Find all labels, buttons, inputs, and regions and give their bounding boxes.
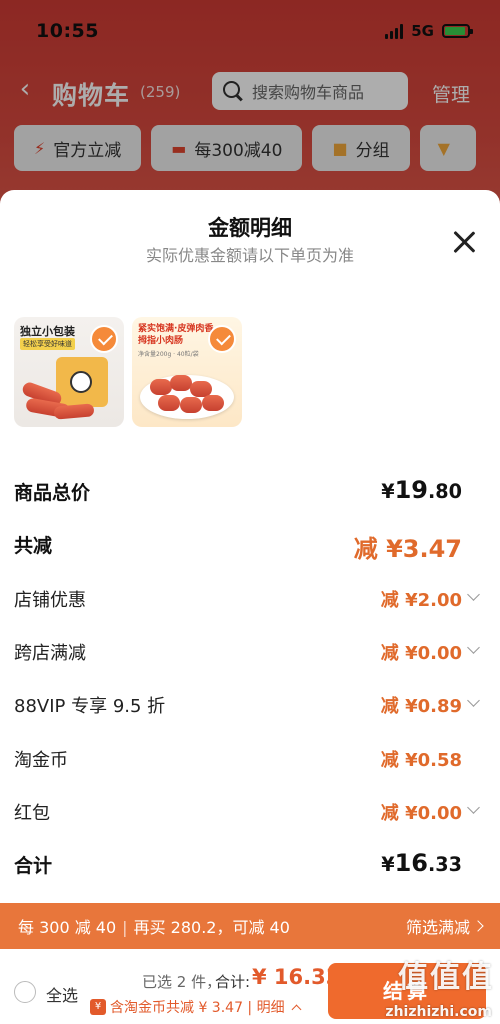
coin-discount-text: 含淘金币共减 ¥ 3.47 | 明细 [110, 1000, 285, 1016]
row-label: 商品总价 [14, 482, 91, 504]
cross-shop-value: 减 ¥0.00 [380, 643, 462, 664]
total-label: 合计: [215, 973, 251, 991]
watermark-url: zhizhizhi.com [385, 1004, 492, 1020]
row-goods-total: 商品总价 ¥19.80 [0, 476, 500, 516]
product-label: 独立小包装 [20, 325, 75, 338]
row-red-packet[interactable]: 红包 减 ¥0.00 [0, 797, 500, 837]
sausage-image [150, 379, 172, 395]
watermark-logo: 值值值 zhizhizhi.com [344, 952, 494, 1020]
sausage-image [170, 375, 192, 391]
amount-detail-sheet: 金额明细 实际优惠金额请以下单页为准 独立小包装 轻松享受好味道 紧实饱满·皮弹… [0, 190, 500, 1024]
selected-check-icon[interactable] [90, 325, 118, 353]
product-thumbnail[interactable]: 独立小包装 轻松享受好味道 [14, 317, 124, 427]
promo-threshold: 每 300 减 40 [18, 918, 117, 937]
sausage-image [53, 403, 95, 420]
checkout-bar: 全选 已选 2 件， 合计: ¥ 16.33 ¥ 含淘金币共减 ¥ 3.47 |… [0, 949, 500, 1024]
goods-total-value: ¥19.80 [381, 476, 462, 504]
select-all-checkbox[interactable] [14, 981, 36, 1003]
vip-discount-value: 减 ¥0.89 [380, 696, 462, 717]
sheet-subtitle: 实际优惠金额请以下单页为准 [145, 246, 354, 265]
row-gold-coin: 淘金币 减 ¥0.58 [0, 744, 500, 784]
row-label: 红包 [14, 803, 50, 824]
row-sum: 合计 ¥16.33 [0, 849, 500, 889]
promo-remaining: 再买 280.2，可减 40 [133, 918, 290, 937]
product-sublabel: 轻松享受好味道 [20, 338, 75, 350]
close-icon[interactable] [452, 230, 476, 254]
row-label: 跨店满减 [14, 643, 86, 664]
chevron-down-icon[interactable] [467, 694, 480, 707]
coin-discount-detail[interactable]: ¥ 含淘金币共减 ¥ 3.47 | 明细 [90, 997, 302, 1017]
mascot-image [70, 371, 92, 393]
shop-discount-value: 减 ¥2.00 [380, 590, 462, 611]
gold-coin-value: 减 ¥0.58 [380, 750, 462, 771]
price-decimal: .80 [428, 480, 462, 503]
row-shop-discount[interactable]: 店铺优惠 减 ¥2.00 [0, 584, 500, 624]
chevron-down-icon[interactable] [467, 801, 480, 814]
watermark-text: 值值值 [398, 960, 494, 995]
chevron-right-icon[interactable] [472, 920, 484, 932]
product-label: 紧实饱满·皮弹肉香 拇指小肉肠 [138, 324, 214, 346]
product-sublabel: 净含量200g · 40粒/袋 [138, 351, 199, 358]
sausage-image [180, 397, 202, 413]
currency-symbol: ¥ [381, 853, 395, 876]
red-packet-value: 减 ¥0.00 [380, 803, 462, 824]
price-decimal: .33 [428, 853, 462, 876]
selected-count: 已选 2 件， [142, 973, 222, 991]
row-vip-discount[interactable]: 88VIP 专享 9.5 折 减 ¥0.89 [0, 690, 500, 730]
chevron-down-icon[interactable] [467, 641, 480, 654]
price-integer: 16 [394, 849, 428, 877]
row-label: 88VIP 专享 9.5 折 [14, 696, 166, 717]
price-integer: 19 [394, 476, 428, 504]
promo-bar: 每 300 减 40 | 再买 280.2，可减 40 筛选满减 [0, 903, 500, 949]
select-all-label[interactable]: 全选 [46, 982, 78, 1006]
currency-symbol: ¥ [381, 480, 395, 503]
product-thumbnails: 独立小包装 轻松享受好味道 紧实饱满·皮弹肉香 拇指小肉肠 净含量200g · … [14, 317, 242, 427]
row-label: 共减 [14, 535, 53, 557]
filter-threshold-link[interactable]: 筛选满减 [406, 914, 470, 938]
sum-value: ¥16.33 [381, 849, 462, 877]
sausage-image [202, 395, 224, 411]
chevron-up-icon[interactable] [291, 1004, 302, 1014]
selected-check-icon[interactable] [208, 325, 236, 353]
row-label: 店铺优惠 [14, 590, 86, 611]
sheet-title: 金额明细 [208, 216, 292, 240]
chevron-down-icon[interactable] [467, 588, 480, 601]
sausage-image [158, 395, 180, 411]
total-discount-value: 减 ¥3.47 [353, 535, 462, 563]
product-thumbnail[interactable]: 紧实饱满·皮弹肉香 拇指小肉肠 净含量200g · 40粒/袋 [132, 317, 242, 427]
promo-text: 每 300 减 40 | 再买 280.2，可减 40 [18, 918, 290, 937]
coin-icon: ¥ [90, 999, 106, 1015]
row-label: 合计 [14, 855, 53, 877]
row-total-discount: 共减 减 ¥3.47 [0, 529, 500, 569]
row-label: 淘金币 [14, 750, 68, 771]
row-cross-shop-discount[interactable]: 跨店满减 减 ¥0.00 [0, 637, 500, 677]
